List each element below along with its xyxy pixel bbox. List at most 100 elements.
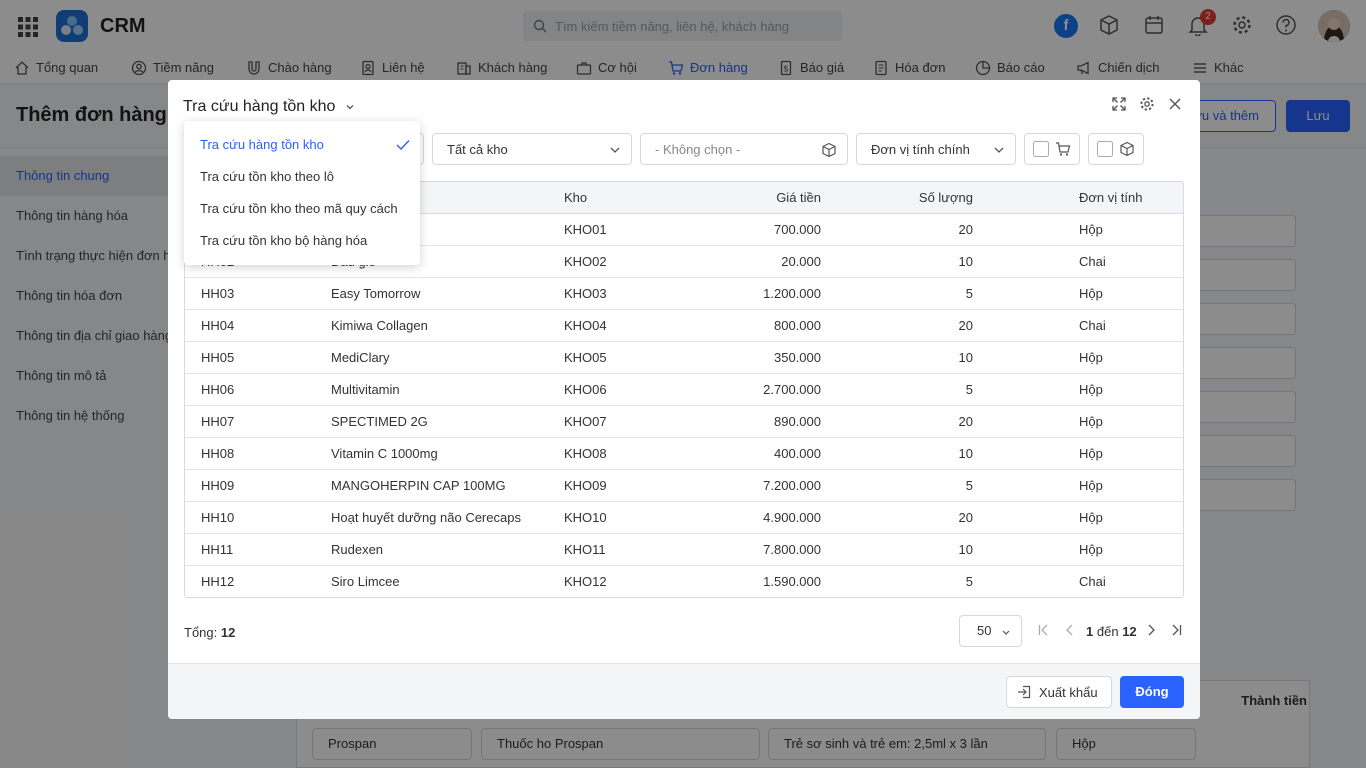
total-value: 12 [220, 625, 236, 640]
table-row[interactable]: HH11 Rudexen KHO11 7.800.000 10 Hộp [185, 534, 1183, 566]
cell-code: HH10 [201, 510, 235, 525]
cell-code: HH07 [201, 414, 235, 429]
cell-name: Vitamin C 1000mg [331, 446, 438, 461]
cell-warehouse: KHO05 [564, 350, 607, 365]
cell-warehouse: KHO06 [564, 382, 607, 397]
cell-warehouse: KHO11 [564, 542, 606, 557]
menu-item-label: Tra cứu hàng tồn kho [200, 137, 324, 152]
cell-quantity: 10 [958, 446, 973, 461]
cell-unit: Hộp [1079, 542, 1103, 557]
page-from: 1 [1086, 624, 1094, 639]
cell-code: HH12 [201, 574, 235, 589]
cell-unit: Hộp [1079, 510, 1103, 525]
cell-quantity: 20 [958, 414, 973, 429]
unit-select[interactable]: Đơn vị tính chính [856, 133, 1016, 165]
page-size-value: 50 [977, 623, 992, 638]
cell-warehouse: KHO10 [564, 510, 607, 525]
dialog-title: Tra cứu hàng tồn kho [183, 98, 336, 115]
first-page-icon[interactable] [1037, 623, 1051, 637]
table-row[interactable]: HH08 Vitamin C 1000mg KHO08 400.000 10 Hộp [185, 438, 1183, 470]
expand-icon[interactable] [1111, 96, 1127, 112]
page-to: 12 [1122, 624, 1137, 639]
cell-price: 350.000 [774, 350, 821, 365]
unit-select-value: Đơn vị tính chính [871, 141, 970, 157]
cell-price: 7.800.000 [763, 542, 821, 557]
table-body: HH01KHO01700.00020HộpHH02Dầu gióKHO0220.… [185, 214, 1183, 597]
cell-warehouse: KHO01 [564, 222, 607, 237]
cell-name: Easy Tomorrow [331, 286, 421, 301]
cell-quantity: 5 [965, 382, 973, 397]
cell-name: Kimiwa Collagen [331, 318, 428, 333]
product-select[interactable]: - Không chọn - [640, 133, 848, 165]
settings-gear-icon[interactable] [1139, 96, 1155, 112]
cart-filter-toggle[interactable] [1024, 133, 1080, 165]
cell-warehouse: KHO07 [564, 414, 607, 429]
cell-quantity: 20 [958, 510, 973, 525]
cell-price: 700.000 [774, 222, 821, 237]
warehouse-select[interactable]: Tất cả kho [432, 133, 632, 165]
cell-unit: Hộp [1079, 414, 1103, 429]
checkbox[interactable] [1033, 141, 1049, 157]
box-filter-toggle[interactable] [1088, 133, 1144, 165]
chevron-down-icon [335, 102, 355, 112]
menu-item-inventory[interactable]: Tra cứu hàng tồn kho [184, 129, 420, 161]
next-page-icon[interactable] [1144, 623, 1158, 637]
column-header-warehouse[interactable]: Kho [564, 182, 587, 214]
cell-code: HH04 [201, 318, 235, 333]
last-page-icon[interactable] [1169, 623, 1183, 637]
column-header-price[interactable]: Giá tiền [685, 182, 821, 214]
cell-quantity: 20 [958, 222, 973, 237]
cell-code: HH03 [201, 286, 235, 301]
prev-page-icon[interactable] [1063, 623, 1077, 637]
cell-warehouse: KHO03 [564, 286, 607, 301]
page-size-select[interactable]: 50 [959, 615, 1022, 647]
table-row[interactable]: HH05 MediClary KHO05 350.000 10 Hộp [185, 342, 1183, 374]
cell-price: 4.900.000 [763, 510, 821, 525]
cell-unit: Hộp [1079, 350, 1103, 365]
menu-item-by-spec-code[interactable]: Tra cứu tồn kho theo mã quy cách [184, 193, 420, 225]
table-row[interactable]: HH07 SPECTIMED 2G KHO07 890.000 20 Hộp [185, 406, 1183, 438]
table-row[interactable]: HH06 Multivitamin KHO06 2.700.000 5 Hộp [185, 374, 1183, 406]
cell-name: MANGOHERPIN CAP 100MG [331, 478, 506, 493]
check-icon [396, 139, 410, 151]
cell-warehouse: KHO08 [564, 446, 607, 461]
cell-code: HH11 [201, 542, 234, 557]
cell-name: Multivitamin [331, 382, 400, 397]
cell-unit: Chai [1079, 318, 1106, 333]
table-row[interactable]: HH10 Hoạt huyết dưỡng não Cerecaps KHO10 4.… [185, 502, 1183, 534]
cell-quantity: 5 [965, 478, 973, 493]
cell-price: 20.000 [781, 254, 821, 269]
table-row[interactable]: HH03 Easy Tomorrow KHO03 1.200.000 5 Hộp [185, 278, 1183, 310]
cell-code: HH05 [201, 350, 235, 365]
cell-unit: Hộp [1079, 222, 1103, 237]
page-range-word: đến [1096, 624, 1119, 639]
column-header-unit[interactable]: Đơn vị tính [1079, 182, 1142, 214]
cell-unit: Hộp [1079, 446, 1103, 461]
menu-item-by-lot[interactable]: Tra cứu tồn kho theo lô [184, 161, 420, 193]
pagination-range: 1 đến 12 [1086, 624, 1137, 639]
table-row[interactable]: HH12 Siro Limcee KHO12 1.590.000 5 Chai [185, 566, 1183, 597]
table-row[interactable]: HH09 MANGOHERPIN CAP 100MG KHO09 7.200.000 5… [185, 470, 1183, 502]
close-button[interactable]: Đóng [1120, 676, 1184, 708]
checkbox[interactable] [1097, 141, 1113, 157]
cell-price: 800.000 [774, 318, 821, 333]
cell-name: SPECTIMED 2G [331, 414, 428, 429]
cell-price: 2.700.000 [763, 382, 821, 397]
cell-quantity: 10 [958, 254, 973, 269]
cell-code: HH06 [201, 382, 235, 397]
cell-name: MediClary [331, 350, 390, 365]
dialog-title-selector[interactable]: Tra cứu hàng tồn kho [183, 98, 355, 116]
cell-price: 1.200.000 [763, 286, 821, 301]
cell-unit: Hộp [1079, 286, 1103, 301]
menu-item-label: Tra cứu tồn kho theo lô [200, 169, 334, 184]
box-icon [1119, 141, 1135, 157]
chevron-down-icon [993, 144, 1005, 156]
cell-unit: Hộp [1079, 382, 1103, 397]
export-button[interactable]: Xuất khẩu [1006, 676, 1112, 708]
menu-item-by-product-set[interactable]: Tra cứu tồn kho bộ hàng hóa [184, 225, 420, 257]
menu-item-label: Tra cứu tồn kho theo mã quy cách [200, 201, 398, 216]
close-icon[interactable] [1167, 96, 1183, 112]
column-header-quantity[interactable]: Số lượng [835, 182, 973, 214]
cell-name: Hoạt huyết dưỡng não Cerecaps [331, 510, 521, 525]
table-row[interactable]: HH04 Kimiwa Collagen KHO04 800.000 20 Chai [185, 310, 1183, 342]
